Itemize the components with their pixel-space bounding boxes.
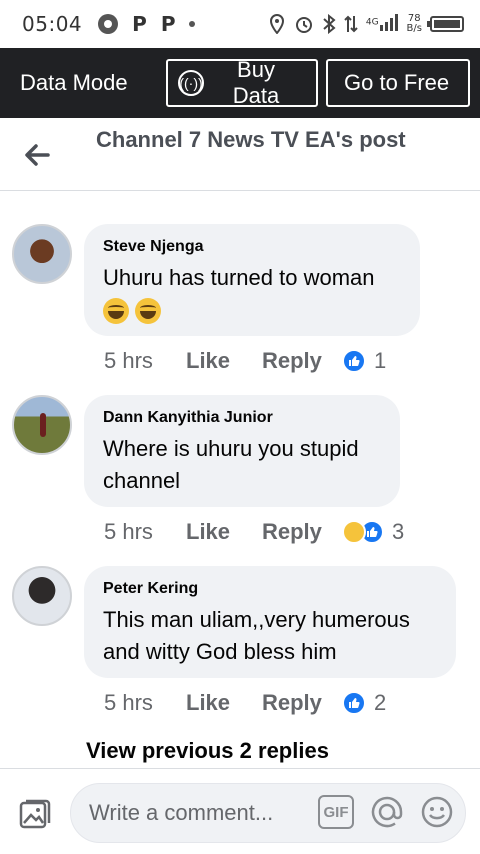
comment-author[interactable]: Dann Kanyithia Junior <box>103 407 380 429</box>
comment-time[interactable]: 5 hrs <box>104 519 186 545</box>
emoji-icon[interactable] <box>420 795 454 829</box>
comment-time[interactable]: 5 hrs <box>104 348 186 374</box>
system-icons: 4G 78 B/s <box>268 13 464 36</box>
reply-button[interactable]: Reply <box>262 690 342 716</box>
comment-text: This man uliam,,very humerous and witty … <box>103 607 410 664</box>
buy-data-button[interactable]: ((·)) Buy Data <box>166 57 318 108</box>
reaction-count[interactable]: 3 <box>392 519 404 545</box>
composer-actions: GIF <box>318 795 454 829</box>
like-reaction-icon[interactable] <box>342 691 366 715</box>
network-speed: 78 B/s <box>406 13 422 34</box>
comment-text: Uhuru has turned to woman <box>103 262 400 326</box>
comment-author[interactable]: Steve Njenga <box>103 236 400 258</box>
buy-data-label: Buy Data <box>232 57 280 108</box>
comment-bubble[interactable]: Steve Njenga Uhuru has turned to woman <box>84 224 420 336</box>
battery-icon <box>427 16 464 32</box>
avatar[interactable] <box>12 566 72 626</box>
reply-button[interactable]: Reply <box>262 519 342 545</box>
comment-composer: GIF <box>0 768 480 854</box>
location-icon <box>269 14 284 34</box>
comment-text: Where is uhuru you stupid channel <box>103 436 359 493</box>
post-header: Channel 7 News TV EA's post <box>0 118 480 191</box>
go-to-free-button[interactable]: Go to Free <box>326 59 470 107</box>
reaction-count[interactable]: 1 <box>374 348 386 374</box>
status-time: 05:04 <box>22 12 83 36</box>
like-button[interactable]: Like <box>186 348 262 374</box>
data-mode-label: Data Mode <box>20 70 128 95</box>
like-button[interactable]: Like <box>186 690 262 716</box>
comment-meta: 5 hrs Like Reply 2 <box>104 687 386 719</box>
mention-icon[interactable] <box>370 795 404 829</box>
p-app-icon: P <box>160 12 176 36</box>
alarm-icon <box>295 17 312 33</box>
avatar[interactable] <box>12 395 72 455</box>
bluetooth-icon <box>323 14 336 34</box>
data-mode-bar: Data Mode ((·)) Buy Data Go to Free <box>0 48 480 118</box>
grinning-squinting-face-icon <box>135 298 161 325</box>
like-reaction-icon[interactable] <box>342 349 366 373</box>
data-transfer-icon <box>344 15 358 33</box>
p-app-icon: P <box>132 12 147 36</box>
notification-icons: P P <box>98 12 196 36</box>
comment-author[interactable]: Peter Kering <box>103 578 436 600</box>
comment-meta: 5 hrs Like Reply 1 <box>104 345 386 377</box>
reply-button[interactable]: Reply <box>262 348 342 374</box>
comment-time[interactable]: 5 hrs <box>104 690 186 716</box>
comment-bubble[interactable]: Peter Kering This man uliam,,very humero… <box>84 566 456 678</box>
comment-bubble[interactable]: Dann Kanyithia Junior Where is uhuru you… <box>84 395 400 507</box>
broadcast-icon: ((·)) <box>178 70 204 96</box>
like-button[interactable]: Like <box>186 519 262 545</box>
haha-reaction-icon[interactable] <box>342 520 366 544</box>
reaction-count[interactable]: 2 <box>374 690 386 716</box>
photo-icon[interactable] <box>18 797 52 831</box>
gif-icon[interactable]: GIF <box>318 795 354 829</box>
grinning-squinting-face-icon <box>103 298 129 325</box>
signal-icon: 4G <box>366 13 399 36</box>
chrome-icon <box>98 14 119 34</box>
avatar[interactable] <box>12 224 72 284</box>
status-bar: 05:04 P P 4G 78 B/s <box>0 0 480 48</box>
more-notifications-icon <box>189 21 196 27</box>
page-title: Channel 7 News TV EA's post <box>96 127 406 152</box>
comment-meta: 5 hrs Like Reply 3 <box>104 516 404 548</box>
back-arrow-icon[interactable] <box>22 140 52 170</box>
view-previous-replies-link[interactable]: View previous 2 replies <box>86 738 329 764</box>
